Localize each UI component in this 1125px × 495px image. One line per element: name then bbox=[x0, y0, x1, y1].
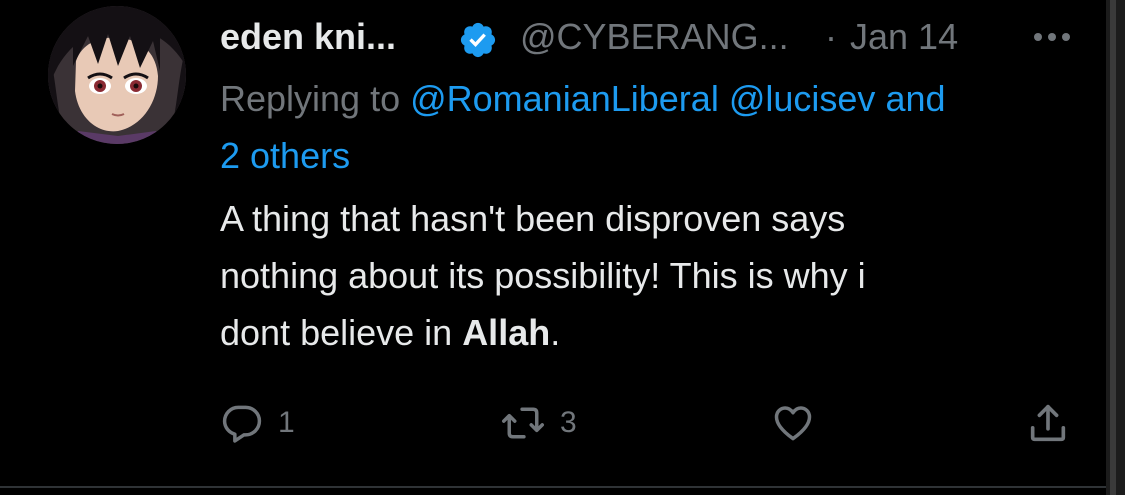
share-icon bbox=[1030, 404, 1066, 442]
scrollbar-thumb[interactable] bbox=[1110, 0, 1116, 495]
tweet-text-period: . bbox=[550, 312, 561, 353]
like-button[interactable] bbox=[770, 400, 816, 446]
replying-to-label: Replying to bbox=[220, 78, 411, 119]
heart-icon bbox=[774, 406, 812, 441]
tweet-divider bbox=[0, 486, 1106, 488]
separator-dot: · bbox=[825, 16, 837, 57]
tweet-text-line-1: A thing that hasn't been disproven says bbox=[220, 198, 846, 239]
display-name[interactable]: eden kni... bbox=[220, 12, 396, 62]
retweet-icon bbox=[502, 407, 544, 439]
retweet-count: 3 bbox=[560, 406, 577, 439]
more-options-icon[interactable] bbox=[1030, 25, 1074, 49]
reply-count: 1 bbox=[278, 406, 295, 439]
tweet-text: A thing that hasn't been disproven says n… bbox=[220, 190, 1060, 361]
tweet-text-line-2: nothing about its possibility! This is w… bbox=[220, 255, 866, 296]
verified-badge-icon[interactable] bbox=[458, 20, 498, 60]
retweet-button[interactable]: 3 bbox=[500, 400, 577, 446]
avatar-portrait-icon bbox=[48, 6, 186, 144]
tweet-text-bold: Allah bbox=[462, 312, 551, 353]
mention-lucisev[interactable]: @lucisev bbox=[729, 78, 876, 119]
reply-bubble-icon bbox=[222, 405, 262, 443]
mention-others[interactable]: 2 others bbox=[220, 135, 350, 176]
tweet-header: eden kni... @CYBERANG... · Jan 14 bbox=[220, 12, 1080, 62]
replying-to: Replying to @RomanianLiberal @lucisev an… bbox=[220, 70, 1080, 184]
tweet[interactable]: eden kni... @CYBERANG... · Jan 14 Replyi… bbox=[0, 0, 1106, 486]
reply-button[interactable]: 1 bbox=[220, 400, 295, 446]
tweet-date[interactable]: Jan 14 bbox=[850, 12, 958, 62]
mention-and[interactable]: and bbox=[885, 78, 945, 119]
user-handle[interactable]: @CYBERANG... bbox=[520, 12, 789, 62]
share-button[interactable] bbox=[1025, 400, 1071, 446]
mention-romanianliberal[interactable]: @RomanianLiberal bbox=[410, 78, 719, 119]
avatar[interactable] bbox=[48, 6, 186, 144]
tweet-text-line-3: dont believe in bbox=[220, 312, 463, 353]
